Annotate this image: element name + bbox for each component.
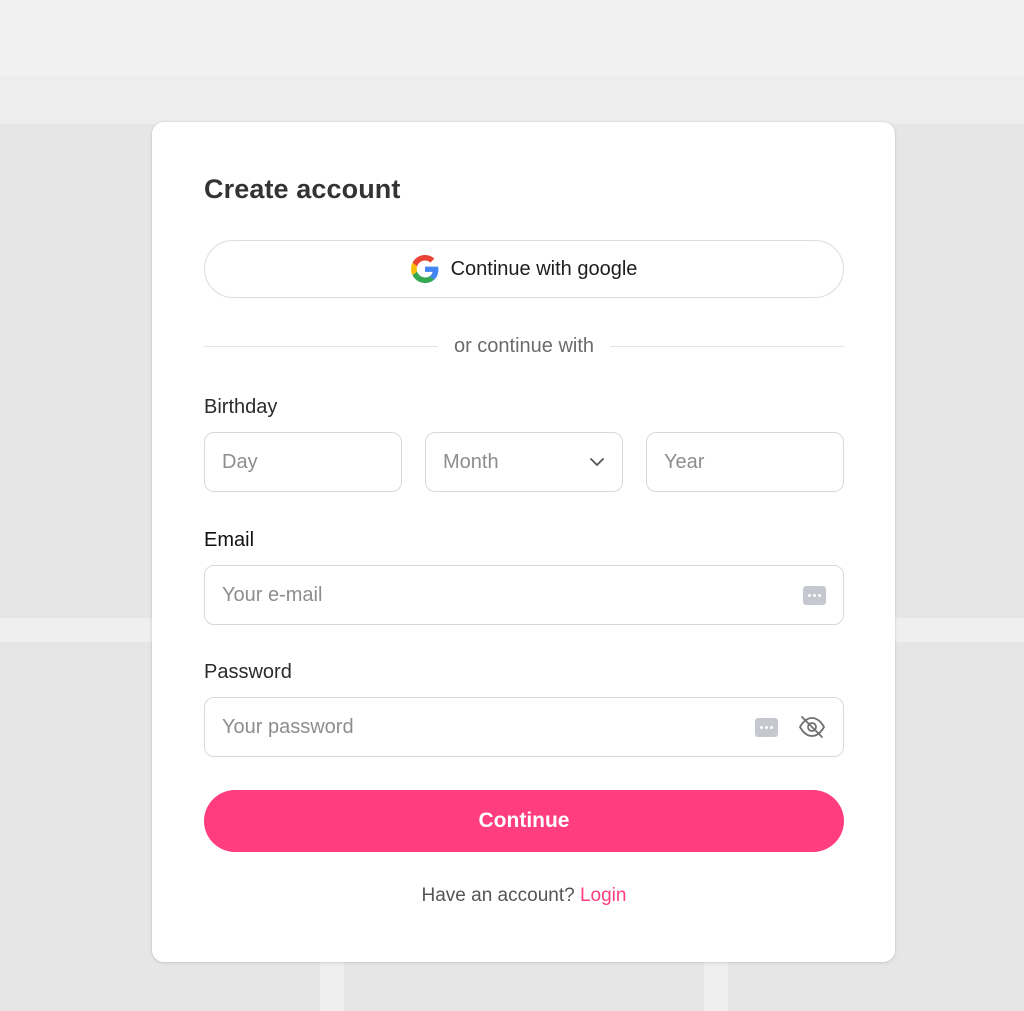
divider-line-right <box>610 345 845 347</box>
create-account-card: Create account Continue with google or c… <box>152 122 895 962</box>
password-label: Password <box>204 661 292 683</box>
password-manager-icon[interactable] <box>803 585 826 605</box>
birthday-month-select[interactable]: Month <box>425 432 623 492</box>
continue-button[interactable]: Continue <box>204 790 844 852</box>
eye-off-icon[interactable] <box>798 715 826 739</box>
birthday-year-input[interactable] <box>664 450 826 474</box>
login-prompt: Have an account? Login <box>204 885 844 907</box>
password-field-icons <box>755 715 826 739</box>
login-prompt-text: Have an account? <box>421 885 575 906</box>
password-field-box <box>204 697 844 757</box>
email-field-box <box>204 565 844 625</box>
background-column-left <box>320 960 344 1011</box>
chevron-down-icon <box>590 458 604 466</box>
year-field-box <box>646 432 844 492</box>
google-button-label: Continue with google <box>450 257 638 280</box>
page-title: Create account <box>204 174 401 204</box>
birthday-label: Birthday <box>204 396 278 418</box>
birthday-day-input[interactable] <box>222 450 384 474</box>
email-input[interactable] <box>222 583 793 607</box>
login-link[interactable]: Login <box>580 885 627 906</box>
divider-line-left <box>204 345 438 347</box>
email-field-icons <box>803 585 826 605</box>
divider-text: or continue with <box>453 334 595 357</box>
continue-with-google-button[interactable]: Continue with google <box>204 240 844 298</box>
background-column-right <box>704 960 728 1011</box>
email-label: Email <box>204 529 255 551</box>
google-logo-icon <box>410 255 438 283</box>
background-header-band <box>0 76 1024 124</box>
password-input[interactable] <box>222 715 745 739</box>
month-select-value: Month <box>443 450 499 473</box>
password-manager-icon[interactable] <box>755 717 778 737</box>
day-field-box <box>204 432 402 492</box>
background-top-band <box>0 0 1024 76</box>
or-divider: or continue with <box>204 332 845 360</box>
